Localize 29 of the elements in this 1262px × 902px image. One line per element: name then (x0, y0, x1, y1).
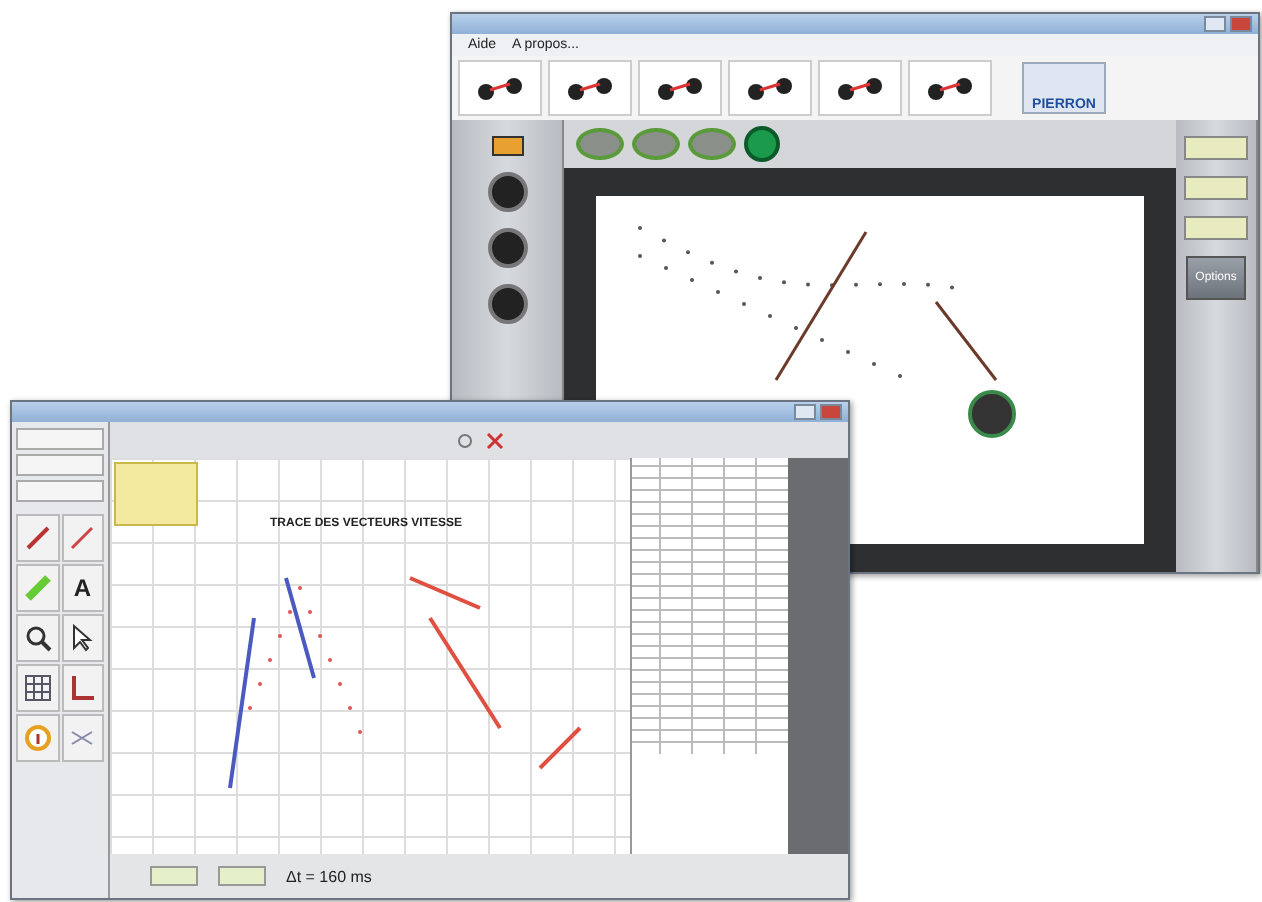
minimize-button[interactable] (794, 404, 816, 420)
marker-icon[interactable] (23, 574, 52, 602)
text-tool[interactable]: A (61, 564, 104, 612)
minimize-button[interactable] (1204, 16, 1226, 32)
close-icon[interactable] (485, 431, 503, 449)
puck-drawing (966, 388, 1018, 440)
experiment-thumbnail[interactable] (638, 60, 722, 116)
value-field[interactable] (218, 866, 266, 886)
experiment-thumbnail[interactable] (818, 60, 902, 116)
experiment-thumbnail[interactable] (728, 60, 812, 116)
experiment-thumbnail[interactable] (548, 60, 632, 116)
dial-knob[interactable] (487, 172, 527, 212)
dial-knob[interactable] (487, 284, 527, 324)
axes-icon[interactable] (68, 674, 97, 702)
info-icon[interactable] (23, 724, 52, 752)
overview-thumbnail[interactable] (114, 462, 198, 526)
time-step-label: Δt = 160 ms (286, 867, 372, 885)
value-field[interactable] (150, 866, 198, 886)
pointer-icon[interactable] (70, 624, 95, 652)
zoom-icon[interactable] (23, 624, 52, 652)
display-field (1184, 176, 1248, 200)
start-button[interactable] (744, 126, 780, 162)
experiment-thumbnail[interactable] (908, 60, 992, 116)
experiment-thumbnail[interactable] (458, 60, 542, 116)
display-field (1184, 136, 1248, 160)
dial-knob[interactable] (487, 228, 527, 268)
grid-icon[interactable] (23, 674, 52, 702)
display-field (1184, 216, 1248, 240)
line-icon[interactable] (68, 524, 97, 552)
